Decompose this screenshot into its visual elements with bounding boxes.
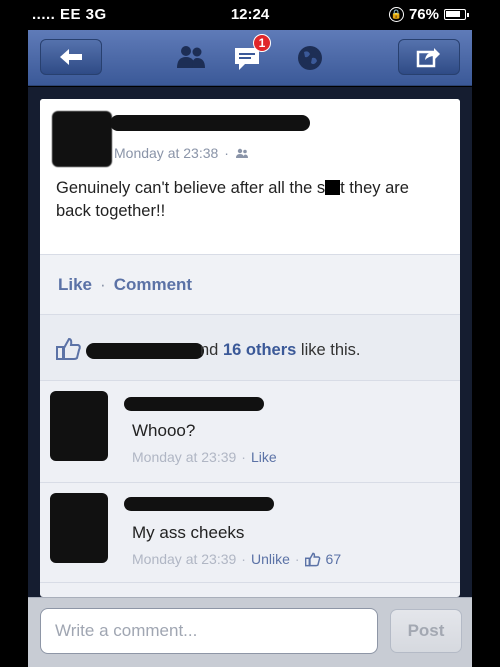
compose-bar: Post <box>28 597 472 667</box>
phone-screen: ..... EE 3G 12:24 🔒 76% 1 Monday at 23:3… <box>28 0 472 667</box>
comment-time: Monday at 23:39 <box>132 449 237 465</box>
comment-button[interactable]: Comment <box>114 275 192 295</box>
likes-suffix: like this. <box>296 341 361 359</box>
friends-privacy-icon <box>235 148 248 158</box>
battery-percent: 76% <box>408 6 439 23</box>
comment-meta: Monday at 23:39 · Unlike · 67 <box>132 551 341 567</box>
back-arrow-icon <box>60 49 82 65</box>
comment-time: Monday at 23:39 <box>132 551 237 567</box>
comment-unlike-button[interactable]: Unlike <box>251 551 290 567</box>
comment-separator: · <box>241 551 246 567</box>
comment-item: My ass cheeks Monday at 23:39 · Unlike ·… <box>40 483 460 583</box>
action-separator: · <box>100 274 106 294</box>
comment-text: Whooo? <box>132 421 196 440</box>
author-name-redacted <box>110 115 310 131</box>
likes-prefix: nd <box>200 341 223 359</box>
notification-badge: 1 <box>253 34 271 52</box>
comment-separator: · <box>294 551 300 567</box>
post-timestamp: Monday at 23:38 <box>114 145 219 161</box>
comment-meta: Monday at 23:39 · Like <box>132 449 277 465</box>
post: Monday at 23:38 · Genuinely can't believ… <box>40 99 460 255</box>
comment-separator: · <box>241 449 246 465</box>
liker-name-redacted <box>86 343 204 359</box>
censor-block <box>325 180 341 195</box>
author-avatar-redacted <box>52 111 112 167</box>
thumbs-up-icon <box>56 337 81 360</box>
post-meta: Monday at 23:38 · <box>114 145 249 161</box>
rotation-lock-icon: 🔒 <box>388 7 404 22</box>
share-icon <box>416 48 440 68</box>
comment-text: My ass cheeks <box>132 523 245 542</box>
commenter-name-redacted <box>124 397 264 411</box>
comment-item: Whooo? Monday at 23:39 · Like <box>40 381 460 483</box>
battery-icon <box>444 9 469 20</box>
post-text-part1: Genuinely can't believe after all the s <box>56 179 326 197</box>
commenter-name-redacted <box>124 497 274 511</box>
like-button[interactable]: Like <box>58 275 92 295</box>
share-button[interactable] <box>398 39 460 75</box>
back-button[interactable] <box>40 39 102 75</box>
nav-bar: 1 <box>28 30 472 86</box>
post-body: Genuinely can't believe after all the st… <box>56 177 446 223</box>
comment-input[interactable] <box>40 608 378 654</box>
meta-separator: · <box>224 145 229 161</box>
likes-text[interactable]: nd 16 others like this. <box>200 341 361 360</box>
commenter-avatar-redacted <box>50 391 108 461</box>
likes-others[interactable]: 16 others <box>223 341 296 359</box>
post-button[interactable]: Post <box>390 609 462 653</box>
post-card: Monday at 23:38 · Genuinely can't believ… <box>40 99 460 597</box>
thumbs-up-icon <box>304 552 320 566</box>
status-bar: ..... EE 3G 12:24 🔒 76% <box>28 0 472 30</box>
globe-icon[interactable] <box>296 44 324 72</box>
post-actions: Like · Comment <box>40 255 460 315</box>
likes-summary: nd 16 others like this. <box>40 315 460 381</box>
feed-content: Monday at 23:38 · Genuinely can't believ… <box>28 87 472 597</box>
status-right: 🔒 76% <box>388 6 469 23</box>
comment-like-count: 67 <box>325 551 342 567</box>
commenter-avatar-redacted <box>50 493 108 563</box>
friends-icon[interactable] <box>175 44 207 70</box>
comment-like-button[interactable]: Like <box>251 449 277 465</box>
